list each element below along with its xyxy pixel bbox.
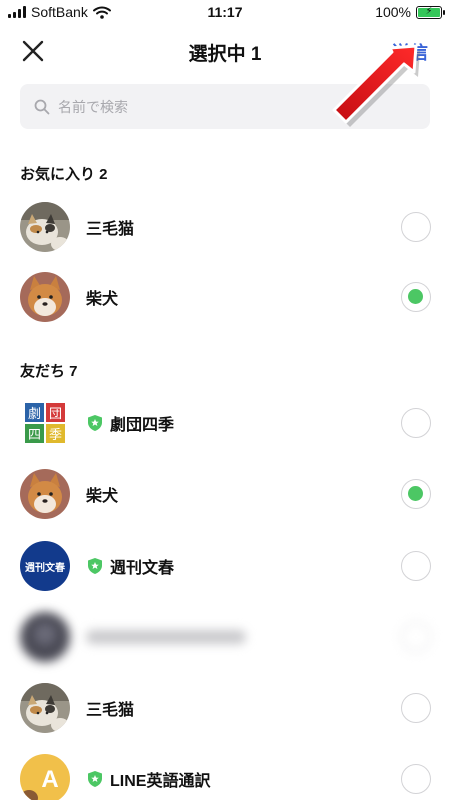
list-item[interactable]: 柴犬	[0, 459, 450, 529]
select-radio[interactable]	[401, 622, 431, 652]
list-item[interactable]: 週刊文春 週刊文春	[0, 531, 450, 601]
list-item[interactable]: 劇 団 四 季 劇団四季	[0, 388, 450, 458]
blurred-contact-name	[86, 630, 246, 644]
select-radio[interactable]	[401, 693, 431, 723]
contact-name: 週刊文春	[110, 560, 175, 577]
contact-name: 柴犬	[86, 488, 119, 505]
section-header-friends: 友だち 7	[20, 363, 78, 380]
line-english-avatar: A	[20, 754, 70, 800]
check-dot	[408, 289, 423, 304]
select-radio[interactable]	[401, 212, 431, 242]
shiba-dog-avatar	[20, 469, 70, 519]
calico-cat-avatar	[20, 202, 70, 252]
list-item[interactable]: 三毛猫	[0, 192, 450, 262]
status-bar: SoftBank 11:17 100% ⚡	[0, 0, 450, 26]
select-radio[interactable]	[401, 408, 431, 438]
official-badge-icon	[88, 415, 102, 431]
select-radio[interactable]	[401, 764, 431, 794]
shukan-bunshun-avatar: 週刊文春	[20, 541, 70, 591]
contact-name: LINE英語通訳	[110, 773, 211, 790]
list-item[interactable]: A LINE英語通訳	[0, 744, 450, 800]
status-right: 100% ⚡	[375, 4, 445, 20]
select-radio[interactable]	[401, 551, 431, 581]
contact-name: 劇団四季	[110, 417, 175, 434]
select-radio[interactable]	[401, 282, 431, 312]
list-item[interactable]: 三毛猫	[0, 673, 450, 743]
battery-percent: 100%	[375, 4, 411, 20]
svg-text:団: 団	[49, 407, 62, 422]
red-arrow-annotation	[332, 44, 420, 127]
svg-text:四: 四	[28, 428, 41, 443]
svg-text:週刊文春: 週刊文春	[25, 561, 65, 574]
blurred-avatar	[20, 612, 70, 662]
select-radio[interactable]	[401, 479, 431, 509]
shiba-dog-avatar	[20, 272, 70, 322]
contact-name: 三毛猫	[86, 221, 135, 238]
calico-cat-avatar	[20, 683, 70, 733]
shiki-logo-avatar: 劇 団 四 季	[20, 398, 70, 448]
check-dot	[408, 486, 423, 501]
section-header-favorites: お気に入り 2	[20, 166, 108, 183]
svg-text:A: A	[41, 766, 58, 793]
battery-icon: ⚡	[416, 5, 445, 19]
contact-name: 柴犬	[86, 291, 119, 308]
contact-name: 三毛猫	[86, 702, 135, 719]
search-icon	[34, 99, 50, 114]
svg-text:季: 季	[49, 428, 62, 443]
list-item[interactable]: 柴犬	[0, 262, 450, 332]
official-badge-icon	[88, 558, 102, 574]
list-item[interactable]	[0, 602, 450, 672]
official-badge-icon	[88, 771, 102, 787]
svg-text:劇: 劇	[28, 407, 41, 422]
